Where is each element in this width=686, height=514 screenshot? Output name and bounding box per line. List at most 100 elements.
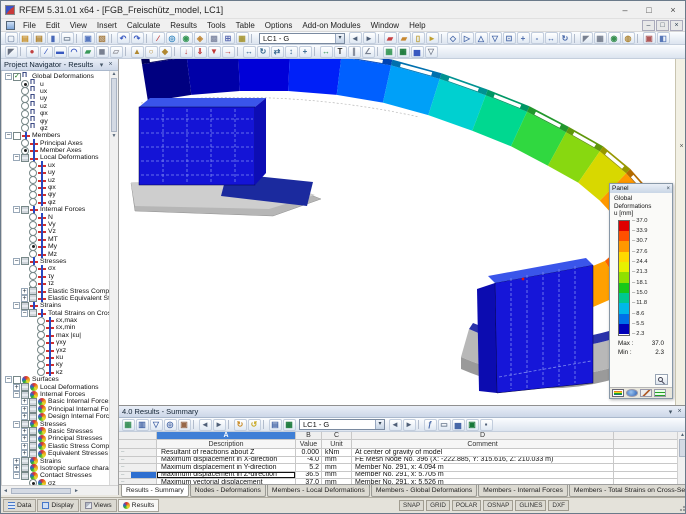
- view-z-icon[interactable]: ▽: [488, 32, 502, 44]
- expander-icon[interactable]: [5, 376, 12, 384]
- pin-icon[interactable]: ▾: [97, 61, 106, 69]
- next-table-icon[interactable]: ►: [402, 418, 416, 431]
- status-toggle-button[interactable]: GLINES: [515, 500, 547, 511]
- sheet-tab[interactable]: Nodes - Deformations: [189, 485, 266, 497]
- menu-item[interactable]: File: [18, 19, 41, 32]
- menu-item[interactable]: Results: [165, 19, 202, 32]
- sep[interactable]: [314, 47, 317, 56]
- tree-item[interactable]: u: [3, 79, 118, 89]
- expander-icon[interactable]: [21, 287, 28, 295]
- expander-icon[interactable]: [21, 435, 28, 443]
- expander-icon[interactable]: [21, 398, 28, 406]
- globe-icon[interactable]: ◉: [179, 32, 193, 44]
- status-toggle-button[interactable]: DXF: [548, 500, 570, 511]
- tree-item[interactable]: φx: [3, 109, 118, 118]
- surface-load-icon[interactable]: ▼: [207, 45, 221, 58]
- sheet-tab[interactable]: Results - Summary: [121, 485, 189, 497]
- sheet-tab[interactable]: Members - Total Strains on Cross-Section: [568, 485, 685, 497]
- col-left-icon[interactable]: ◄: [198, 418, 212, 431]
- menu-item[interactable]: Tools: [202, 19, 231, 32]
- display-options-icon[interactable]: ▩: [207, 32, 221, 44]
- tree-item[interactable]: Total Strains on Cross-Section: [3, 309, 118, 318]
- table-icon[interactable]: ▦: [382, 45, 396, 58]
- sep[interactable]: [377, 47, 380, 56]
- table-search-icon[interactable]: ◎: [163, 418, 177, 431]
- rotate-view-icon[interactable]: ↻: [558, 32, 572, 44]
- sep[interactable]: [574, 33, 577, 43]
- chart-view-icon[interactable]: ▅: [451, 418, 465, 431]
- cell-description[interactable]: Maximum displacement in Z-direction: [157, 471, 296, 479]
- tree-item[interactable]: My: [3, 242, 118, 251]
- mdi-close-button[interactable]: ×: [670, 19, 683, 31]
- row-color-icon[interactable]: ▤: [268, 418, 282, 431]
- cell-value[interactable]: 36.5: [296, 471, 322, 479]
- close-icon[interactable]: ×: [106, 61, 115, 68]
- cell-unit[interactable]: mm: [322, 464, 352, 472]
- sep[interactable]: [637, 33, 640, 43]
- col-right-icon[interactable]: ►: [212, 418, 226, 431]
- chart-icon[interactable]: ▅: [410, 45, 424, 58]
- close-button[interactable]: ×: [661, 1, 685, 19]
- open-icon[interactable]: ▤: [18, 32, 32, 44]
- navigator-view-tab[interactable]: Display: [37, 499, 79, 512]
- tree-checkbox[interactable]: [29, 479, 37, 485]
- sep[interactable]: [378, 33, 381, 43]
- table-fix-icon[interactable]: ▣: [177, 418, 191, 431]
- render-icon[interactable]: ◈: [193, 32, 207, 44]
- camera-icon[interactable]: ▣: [642, 32, 656, 44]
- expander-icon[interactable]: [13, 302, 20, 310]
- table-view-icon[interactable]: ▥: [135, 418, 149, 431]
- prev-load-case-icon[interactable]: ◄: [348, 32, 362, 44]
- sep[interactable]: [441, 33, 444, 43]
- navigator-view-tab[interactable]: Data: [3, 499, 37, 512]
- select-icon[interactable]: ◤: [579, 32, 593, 44]
- tree-item[interactable]: Principal Axes: [3, 139, 118, 148]
- sheet-tab[interactable]: Members - Local Deformations: [266, 485, 370, 497]
- tree-item[interactable]: Internal Forces: [3, 205, 118, 214]
- zoom-out-icon[interactable]: -: [530, 32, 544, 44]
- tree-item[interactable]: Internal Forces: [3, 390, 118, 399]
- tree-item[interactable]: φy: [3, 116, 118, 126]
- select-arrow-icon[interactable]: ◤: [4, 45, 18, 58]
- tree-item[interactable]: Basic Internal Forces: [3, 397, 118, 406]
- undo-icon[interactable]: ↶: [116, 32, 130, 44]
- load-case-select[interactable]: LC1 - G ▾: [259, 32, 345, 44]
- menu-item[interactable]: Calculate: [122, 19, 165, 32]
- menu-item[interactable]: Window: [366, 19, 404, 32]
- view-y-icon[interactable]: △: [474, 32, 488, 44]
- tree-checkbox[interactable]: [21, 390, 29, 399]
- nodal-load-icon[interactable]: ↓: [179, 45, 193, 58]
- tree-item[interactable]: uz: [3, 176, 118, 185]
- tree-checkbox[interactable]: [21, 205, 29, 214]
- tree-item[interactable]: Principal Stresses: [3, 434, 118, 443]
- tree-checkbox[interactable]: [13, 131, 21, 140]
- select-special-icon[interactable]: ▦: [593, 32, 607, 44]
- status-toggle-button[interactable]: POLAR: [451, 500, 482, 511]
- mesh-icon[interactable]: ▦: [235, 32, 249, 44]
- cell-description[interactable]: Maximum displacement in Y-direction: [157, 464, 296, 472]
- tree-item[interactable]: Local Deformations: [3, 154, 118, 162]
- cell-comment[interactable]: Member No. 291, x: 4.094 m: [352, 464, 614, 472]
- copy-icon[interactable]: ▣: [81, 32, 95, 44]
- tree-checkbox[interactable]: [21, 471, 29, 480]
- next-load-case-icon[interactable]: ►: [362, 32, 376, 44]
- model-viewport[interactable]: Panel × Global Deformations u [mm] 37.03…: [119, 59, 675, 405]
- tree-item[interactable]: Elastic Stress Components: [3, 442, 118, 451]
- sep[interactable]: [263, 420, 266, 429]
- sep[interactable]: [125, 47, 128, 56]
- expander-icon[interactable]: [13, 457, 20, 465]
- filter-icon[interactable]: ▽: [424, 45, 438, 58]
- isometric-view-icon[interactable]: ◇: [446, 32, 460, 44]
- panel-toggle-icon[interactable]: ▯: [411, 32, 425, 44]
- tree-checkbox[interactable]: [21, 301, 29, 310]
- solid-icon[interactable]: ◼: [95, 45, 109, 58]
- navigator-view-tab[interactable]: Results: [117, 499, 160, 512]
- header-comment[interactable]: Comment: [352, 440, 614, 449]
- mdi-restore-button[interactable]: □: [656, 19, 669, 31]
- expander-icon[interactable]: [5, 73, 12, 81]
- autoupdate-icon[interactable]: ↺: [247, 418, 261, 431]
- corner-cell[interactable]: [119, 432, 157, 440]
- panel-tab-table-icon[interactable]: [654, 389, 666, 397]
- save-icon[interactable]: ▮: [46, 32, 60, 44]
- tree-checkbox[interactable]: [29, 309, 37, 318]
